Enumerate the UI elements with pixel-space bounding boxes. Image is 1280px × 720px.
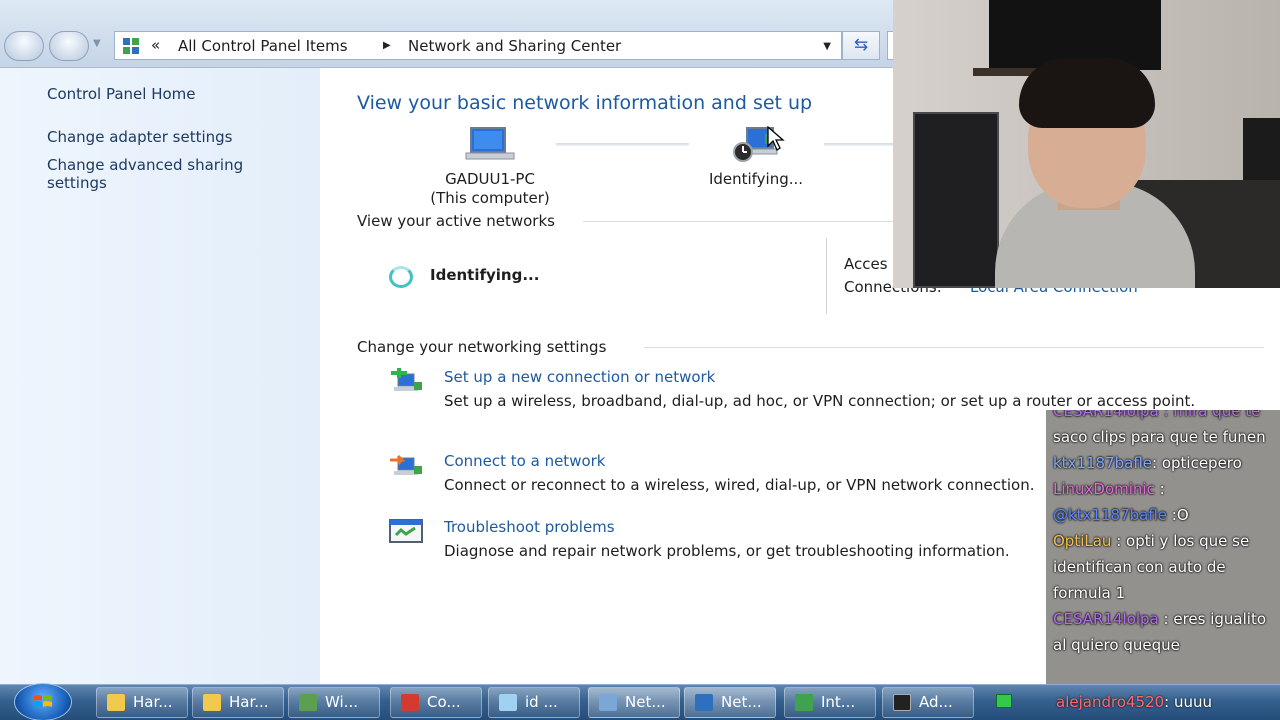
notepad-icon [499,694,517,711]
active-network-status: Identifying... [430,266,540,284]
taskbar-item-label: Wi... [325,693,358,711]
chat-mention: @ktx1187bafle [1053,506,1168,524]
tray-app-icon[interactable] [996,694,1012,708]
taskbar-item-co[interactable]: Co... [390,687,482,718]
taskbar-item-har-2[interactable]: Har... [192,687,284,718]
network-status: Identifying... [708,170,804,188]
control-panel-icon [123,38,139,54]
network-icon [599,694,617,711]
network-map-computer[interactable]: GADUU1-PC (This computer) [422,126,558,208]
window-app-icon [299,694,317,711]
taskbar-item-net-1[interactable]: Net... [588,687,680,718]
refresh-button[interactable]: ⇆ [842,31,880,60]
troubleshoot-link[interactable]: Troubleshoot problems [444,518,615,536]
taskbar-item-int[interactable]: Int... [784,687,876,718]
chat-username: CESAR14lolpa [1053,610,1159,628]
change-advanced-sharing-link[interactable]: Change advanced sharing settings [47,156,287,192]
chat-text: saco clips para que te funen [1053,428,1266,446]
control-panel-home-link[interactable]: Control Panel Home [47,85,196,103]
address-bar: ▼ « All Control Panel Items ▶ Network an… [0,0,895,68]
divider [644,347,1264,348]
chat-text: : uuuu [1164,693,1213,711]
taskbar-item-label: Net... [625,693,666,711]
windows-logo-icon [34,695,52,707]
taskbar-item-id[interactable]: id ... [488,687,580,718]
setup-connection-link[interactable]: Set up a new connection or network [444,368,715,386]
notification-area: alejandro4520: uuuu [990,687,1280,719]
task-pane: Control Panel Home Change adapter settin… [0,68,320,684]
folder-icon [107,694,125,711]
taskbar-item-label: Int... [821,693,856,711]
taskbar-item-net-2[interactable]: Net... [684,687,776,718]
webcam-pc-case [913,112,999,288]
troubleshoot-icon [389,519,423,543]
chat-message-partial: CESAR14lolpa : mira que te [1053,410,1261,420]
taskbar-item-wi[interactable]: Wi... [288,687,380,718]
chat-message: OptiLau : opti y los que se identifican … [1053,528,1274,606]
control-panel-icon [695,694,713,711]
connect-network-icon [390,454,422,475]
taskbar-item-label: Net... [721,693,762,711]
networking-settings-heading: Change your networking settings [357,338,607,356]
mouse-cursor-icon [767,126,785,151]
busy-spinner-icon [389,266,413,288]
webcam-person-hair [1019,58,1155,128]
computer-icon [465,127,515,160]
chat-username: ktx1187bafle [1053,454,1153,472]
chat-username: alejandro4520 [1056,693,1165,711]
divider [826,238,827,314]
change-adapter-settings-link[interactable]: Change adapter settings [47,128,233,146]
taskbar-item-ad[interactable]: Ad... [882,687,974,718]
address-dropdown-icon[interactable]: ▼ [823,41,831,52]
taskbar-item-label: id ... [525,693,558,711]
taskbar-item-har-1[interactable]: Har... [96,687,188,718]
internet-icon [795,694,813,711]
chat-message: CESAR14lolpa : eres igualito al quiero q… [1053,606,1274,658]
setup-connection-description: Set up a wireless, broadband, dial-up, a… [444,392,1196,410]
breadcrumb-overflow[interactable]: « [151,36,160,54]
taskbar: Har... Har... Wi... Co... id ... Net... … [0,683,1280,720]
network-map-link [556,143,689,146]
back-button[interactable] [4,31,44,61]
folder-icon [203,694,221,711]
new-connection-icon [391,368,422,391]
chat-text: : opticepero [1152,454,1242,472]
computer-note: (This computer) [430,189,550,207]
breadcrumb-all-control-panel-items[interactable]: All Control Panel Items [178,37,348,55]
taskbar-item-label: Har... [133,693,173,711]
start-button[interactable] [14,683,72,720]
stream-chat: CESAR14lolpa : mira que te saco clips pa… [1046,410,1280,684]
chat-username: LinuxDominic [1053,480,1155,498]
connect-network-link[interactable]: Connect to a network [444,452,606,470]
active-networks-heading: View your active networks [357,212,555,230]
chat-message: LinuxDominic : [1053,476,1274,502]
phone-icon [401,694,419,711]
access-type-label: Acces [844,255,888,273]
chat-text: : [1154,480,1165,498]
chat-message: saco clips para que te funen [1053,424,1274,450]
network-map-identifying[interactable]: Identifying... [700,126,812,189]
recent-pages-dropdown[interactable]: ▼ [93,38,101,49]
chat-message: @ktx1187bafle :O [1053,502,1274,528]
breadcrumb[interactable]: « All Control Panel Items ▶ Network and … [114,31,842,60]
breadcrumb-network-and-sharing-center[interactable]: Network and Sharing Center [408,37,621,55]
webcam-overlay [893,0,1280,288]
taskbar-item-label: Ad... [919,693,953,711]
network-map-link-internet [824,143,893,146]
chat-message: ktx1187bafle: opticepero [1053,450,1274,476]
page-title: View your basic network information and … [357,92,813,114]
computer-name: GADUU1-PC [445,170,535,188]
chat-username: OptiLau [1053,532,1112,550]
taskbar-item-label: Har... [229,693,269,711]
divider [583,221,893,222]
chat-text: :O [1167,506,1189,524]
taskbar-item-label: Co... [427,693,461,711]
command-prompt-icon [893,694,911,711]
breadcrumb-separator-icon[interactable]: ▶ [383,40,391,51]
chat-message-overlay: alejandro4520: uuuu [1056,693,1212,711]
forward-button[interactable] [49,31,89,61]
